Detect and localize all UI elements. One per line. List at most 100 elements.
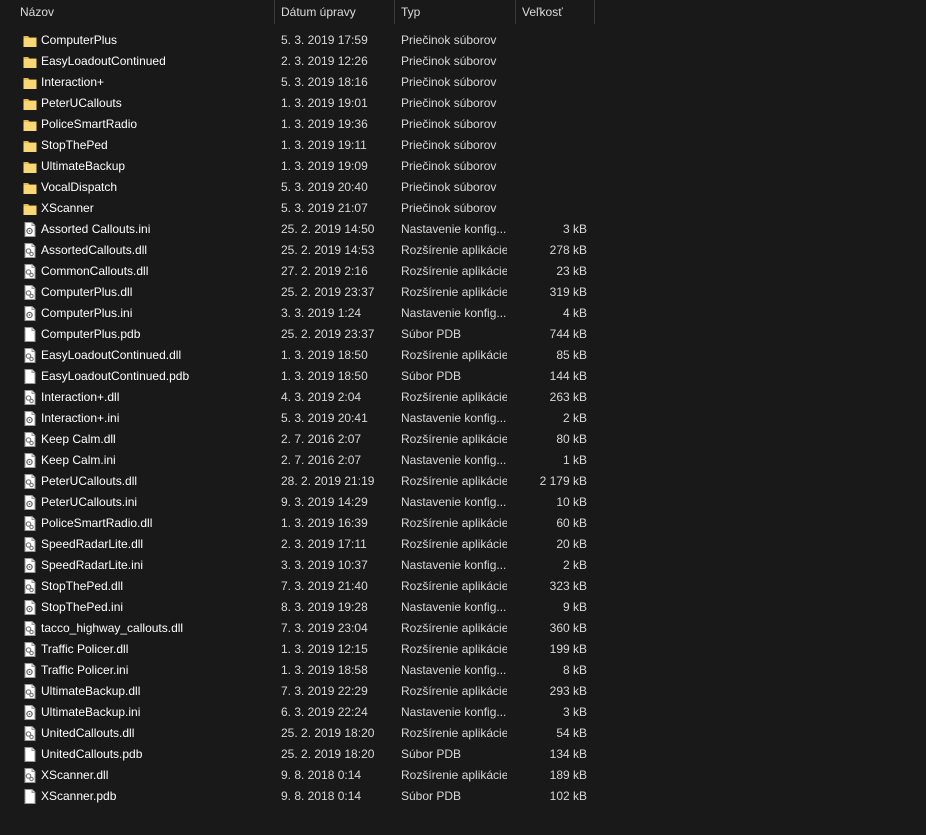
dll-file-icon: [23, 474, 37, 489]
file-date-modified: 5. 3. 2019 21:07: [281, 201, 368, 215]
file-row[interactable]: ComputerPlus.ini 3. 3. 2019 1:24 Nastaveni…: [0, 303, 926, 324]
file-name: SpeedRadarLite.ini: [41, 558, 144, 572]
file-row[interactable]: XScanner.dll 9. 8. 2018 0:14 Rozšírenie ap…: [0, 765, 926, 786]
column-header-type[interactable]: Typ: [395, 0, 515, 24]
file-date-modified: 4. 3. 2019 2:04: [281, 390, 362, 404]
file-size: 134 kB: [549, 747, 587, 761]
file-row[interactable]: CommonCallouts.dll 27. 2. 2019 2:16 Rozšír…: [0, 261, 926, 282]
file-name: SpeedRadarLite.dll: [41, 537, 144, 551]
file-row[interactable]: Assorted Callouts.ini 25. 2. 2019 14:50 Na…: [0, 219, 926, 240]
file-date-modified: 3. 3. 2019 10:37: [281, 558, 368, 572]
file-row[interactable]: PeterUCallouts.dll 28. 2. 2019 21:19 Rozší…: [0, 471, 926, 492]
file-row[interactable]: EasyLoadoutContinued 2. 3. 2019 12:26 Prie…: [0, 51, 926, 72]
file-size: [516, 72, 587, 93]
file-row[interactable]: PeterUCallouts 1. 3. 2019 19:01 Priečinok …: [0, 93, 926, 114]
file-size: 1 kB: [562, 453, 587, 467]
file-row[interactable]: StopThePed.ini 8. 3. 2019 19:28 Nastavenie…: [0, 597, 926, 618]
file-list: ComputerPlus 5. 3. 2019 17:59 Priečinok sú…: [0, 30, 926, 807]
file-row[interactable]: EasyLoadoutContinued.dll 1. 3. 2019 18:50…: [0, 345, 926, 366]
file-row[interactable]: Interaction+.ini 5. 3. 2019 20:41 Nastaven…: [0, 408, 926, 429]
file-type: Rozšírenie aplikácie: [401, 432, 507, 446]
file-row[interactable]: Keep Calm.ini 2. 7. 2016 2:07 Nastavenie k…: [0, 450, 926, 471]
file-size: 54 kB: [556, 726, 587, 740]
file-date-modified: 9. 3. 2019 14:29: [281, 495, 368, 509]
file-size: 199 kB: [549, 642, 587, 656]
file-type: Nastavenie konfig...: [401, 411, 507, 425]
file-name: Keep Calm.dll: [41, 432, 116, 446]
file-type: Súbor PDB: [401, 327, 462, 341]
file-size: [516, 198, 587, 219]
file-type: Súbor PDB: [401, 789, 462, 803]
blank-file-icon: [23, 369, 37, 384]
file-date-modified: 1. 3. 2019 19:09: [281, 159, 368, 173]
file-row[interactable]: ComputerPlus.dll 25. 2. 2019 23:37 Rozšíre…: [0, 282, 926, 303]
dll-file-icon: [23, 642, 37, 657]
folder-icon: [23, 75, 37, 90]
file-type: Rozšírenie aplikácie: [401, 726, 507, 740]
file-size: 8 kB: [562, 663, 587, 677]
file-row[interactable]: UltimateBackup 1. 3. 2019 19:09 Priečinok …: [0, 156, 926, 177]
dll-file-icon: [23, 516, 37, 531]
file-name: CommonCallouts.dll: [41, 264, 149, 278]
file-row[interactable]: UltimateBackup.ini 6. 3. 2019 22:24 Nastav…: [0, 702, 926, 723]
file-type: Nastavenie konfig...: [401, 306, 507, 320]
file-row[interactable]: EasyLoadoutContinued.pdb 1. 3. 2019 18:50…: [0, 366, 926, 387]
file-row[interactable]: AssortedCallouts.dll 25. 2. 2019 14:53 Roz…: [0, 240, 926, 261]
file-row[interactable]: Traffic Policer.dll 1. 3. 2019 12:15 Rozší…: [0, 639, 926, 660]
file-row[interactable]: SpeedRadarLite.ini 3. 3. 2019 10:37 Nastav…: [0, 555, 926, 576]
file-date-modified: 27. 2. 2019 2:16: [281, 264, 368, 278]
file-date-modified: 25. 2. 2019 14:50: [281, 222, 375, 236]
file-row[interactable]: ComputerPlus 5. 3. 2019 17:59 Priečinok sú…: [0, 30, 926, 51]
file-date-modified: 1. 3. 2019 19:36: [281, 117, 368, 131]
file-date-modified: 5. 3. 2019 17:59: [281, 33, 368, 47]
file-name: StopThePed.dll: [41, 579, 124, 593]
file-type: Rozšírenie aplikácie: [401, 285, 507, 299]
dll-file-icon: [23, 432, 37, 447]
file-name: ComputerPlus.ini: [41, 306, 133, 320]
file-row[interactable]: PoliceSmartRadio 1. 3. 2019 19:36 Priečino…: [0, 114, 926, 135]
file-row[interactable]: StopThePed.dll 7. 3. 2019 21:40 Rozšírenie…: [0, 576, 926, 597]
dll-file-icon: [23, 768, 37, 783]
file-size: 20 kB: [556, 537, 587, 551]
file-date-modified: 2. 3. 2019 17:11: [281, 537, 367, 551]
file-row[interactable]: UnitedCallouts.pdb 25. 2. 2019 18:20 Súbor…: [0, 744, 926, 765]
file-name: StopThePed: [41, 138, 108, 152]
file-name: EasyLoadoutContinued.dll: [41, 348, 182, 362]
file-row[interactable]: UnitedCallouts.dll 25. 2. 2019 18:20 Rozší…: [0, 723, 926, 744]
file-row[interactable]: Interaction+ 5. 3. 2019 18:16 Priečinok sú…: [0, 72, 926, 93]
file-row[interactable]: XScanner 5. 3. 2019 21:07 Priečinok súboro…: [0, 198, 926, 219]
file-row[interactable]: SpeedRadarLite.dll 2. 3. 2019 17:11 Rozšír…: [0, 534, 926, 555]
file-row[interactable]: PoliceSmartRadio.dll 1. 3. 2019 16:39 Rozš…: [0, 513, 926, 534]
file-date-modified: 7. 3. 2019 22:29: [281, 684, 368, 698]
file-size: 319 kB: [549, 285, 587, 299]
file-date-modified: 7. 3. 2019 21:40: [281, 579, 368, 593]
file-row[interactable]: VocalDispatch 5. 3. 2019 20:40 Priečinok s…: [0, 177, 926, 198]
file-row[interactable]: PeterUCallouts.ini 9. 3. 2019 14:29 Nastav…: [0, 492, 926, 513]
file-type: Rozšírenie aplikácie: [401, 621, 507, 635]
file-name: XScanner.pdb: [41, 789, 117, 803]
file-size: 80 kB: [556, 432, 587, 446]
column-header-date[interactable]: Dátum úpravy: [275, 0, 394, 24]
column-divider[interactable]: [594, 0, 595, 24]
file-row[interactable]: UltimateBackup.dll 7. 3. 2019 22:29 Rozšír…: [0, 681, 926, 702]
file-row[interactable]: StopThePed 1. 3. 2019 19:11 Priečinok súbo…: [0, 135, 926, 156]
file-size: [516, 114, 587, 135]
file-size: [516, 51, 587, 72]
file-size: 10 kB: [556, 495, 587, 509]
file-row[interactable]: Traffic Policer.ini 1. 3. 2019 18:58 Nasta…: [0, 660, 926, 681]
file-type: Rozšírenie aplikácie: [401, 516, 507, 530]
file-size: 2 kB: [562, 411, 587, 425]
file-size: [516, 177, 587, 198]
file-size: [516, 156, 587, 177]
file-type: Nastavenie konfig...: [401, 663, 507, 677]
file-row[interactable]: Interaction+.dll 4. 3. 2019 2:04 Rozšíreni…: [0, 387, 926, 408]
file-row[interactable]: ComputerPlus.pdb 25. 2. 2019 23:37 Súbor P…: [0, 324, 926, 345]
file-row[interactable]: XScanner.pdb 9. 8. 2018 0:14 Súbor PDB 102 …: [0, 786, 926, 807]
config-file-icon: [23, 306, 37, 321]
file-name: Traffic Policer.ini: [41, 663, 129, 677]
file-row[interactable]: tacco_highway_callouts.dll 7. 3. 2019 23:…: [0, 618, 926, 639]
blank-file-icon: [23, 747, 37, 762]
column-header-size[interactable]: Veľkosť: [516, 0, 594, 24]
file-date-modified: 25. 2. 2019 23:37: [281, 327, 375, 341]
file-row[interactable]: Keep Calm.dll 2. 7. 2016 2:07 Rozšírenie a…: [0, 429, 926, 450]
